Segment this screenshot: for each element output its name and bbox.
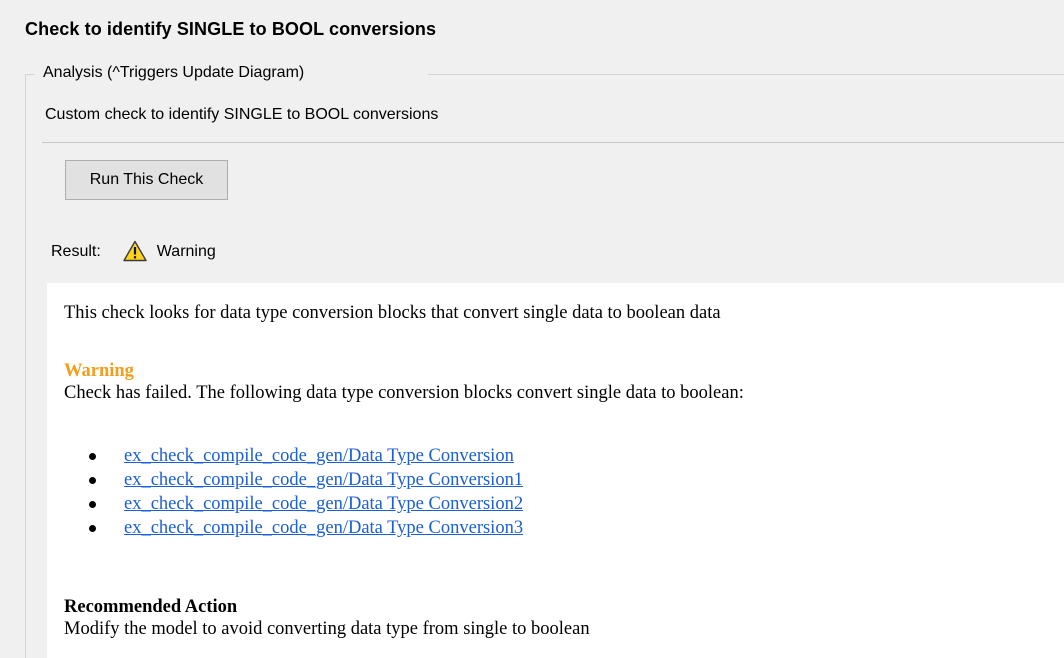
block-list: ex_check_compile_code_gen/Data Type Conv… <box>89 444 523 540</box>
warning-triangle-icon <box>123 240 147 262</box>
list-item: ex_check_compile_code_gen/Data Type Conv… <box>89 516 523 540</box>
group-border-vertical <box>25 74 26 658</box>
recommended-action-text: Modify the model to avoid converting dat… <box>64 619 590 639</box>
check-description: Custom check to identify SINGLE to BOOL … <box>45 106 439 123</box>
bullet-icon <box>89 453 96 460</box>
result-label: Result: <box>51 243 101 260</box>
group-border-left <box>25 74 35 75</box>
bullet-icon <box>89 525 96 532</box>
list-item: ex_check_compile_code_gen/Data Type Conv… <box>89 468 523 492</box>
report-intro: This check looks for data type conversio… <box>64 303 721 323</box>
bullet-icon <box>89 477 96 484</box>
warning-text: Check has failed. The following data typ… <box>64 383 744 403</box>
block-link[interactable]: ex_check_compile_code_gen/Data Type Conv… <box>124 518 523 538</box>
group-border-right <box>428 74 1064 75</box>
description-divider <box>42 142 1064 143</box>
result-row: Result: Warning <box>51 240 216 263</box>
list-item: ex_check_compile_code_gen/Data Type Conv… <box>89 492 523 516</box>
list-item: ex_check_compile_code_gen/Data Type Conv… <box>89 444 523 468</box>
result-status: Warning <box>156 243 216 260</box>
block-link[interactable]: ex_check_compile_code_gen/Data Type Conv… <box>124 470 523 490</box>
run-check-button[interactable]: Run This Check <box>65 160 228 200</box>
recommended-action-heading: Recommended Action <box>64 597 238 617</box>
report-panel: This check looks for data type conversio… <box>47 283 1064 658</box>
bullet-icon <box>89 501 96 508</box>
analysis-group-label: Analysis (^Triggers Update Diagram) <box>43 64 305 81</box>
warning-heading: Warning <box>64 361 134 381</box>
block-link[interactable]: ex_check_compile_code_gen/Data Type Conv… <box>124 446 514 466</box>
block-link[interactable]: ex_check_compile_code_gen/Data Type Conv… <box>124 494 523 514</box>
check-title: Check to identify SINGLE to BOOL convers… <box>25 19 437 39</box>
